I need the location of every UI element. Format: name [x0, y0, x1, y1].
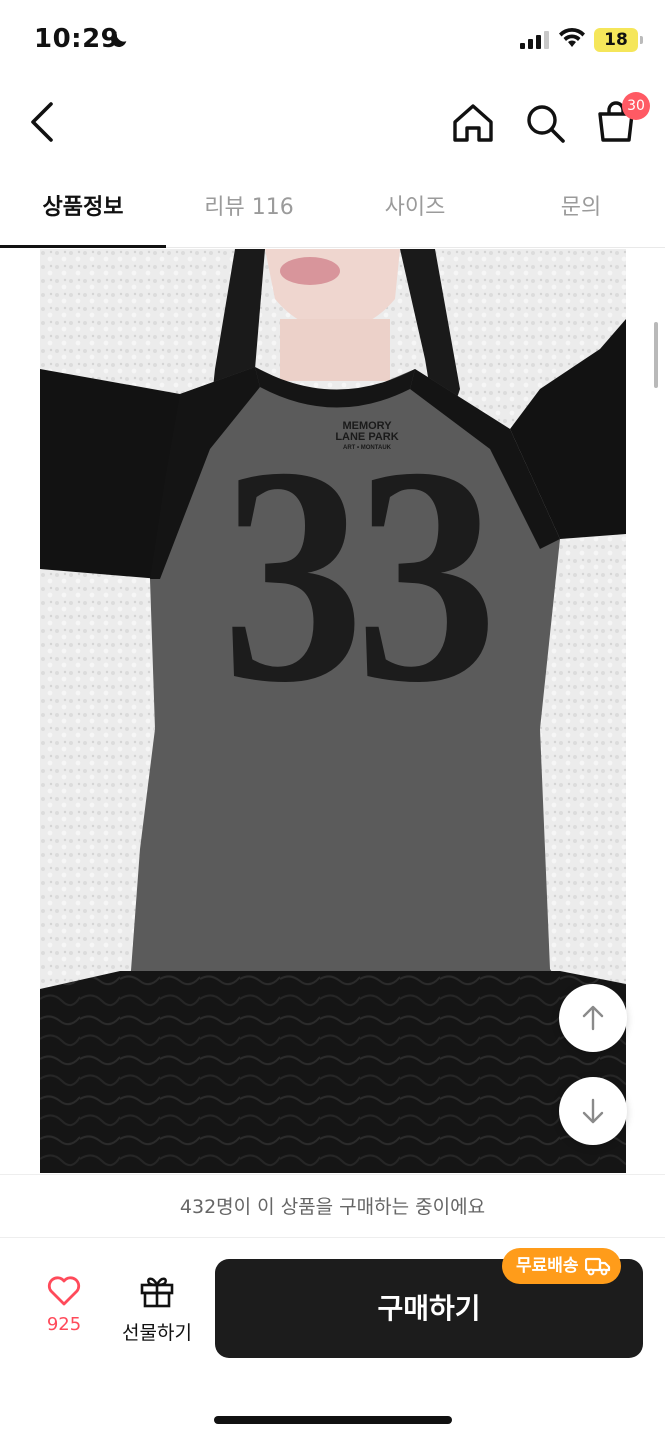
gift-icon: [140, 1277, 174, 1308]
home-indicator: [214, 1416, 452, 1424]
wifi-icon: [559, 27, 585, 47]
cart-count-badge: 30: [622, 92, 650, 120]
gift-label: 선물하기: [122, 1322, 192, 1344]
free-shipping-label: 무료배송: [516, 1256, 579, 1276]
scroll-up-button[interactable]: [559, 984, 627, 1052]
product-tabs: 상품정보 리뷰 116 사이즈 문의: [0, 168, 665, 248]
status-bar: 10:29 18: [0, 0, 665, 80]
tab-size[interactable]: 사이즈: [332, 168, 498, 248]
tab-reviews[interactable]: 리뷰 116: [166, 168, 332, 248]
like-button[interactable]: 925: [34, 1276, 94, 1346]
tab-product-info[interactable]: 상품정보: [0, 168, 166, 248]
arrow-down-icon: [582, 1098, 604, 1124]
cellular-signal-icon: [520, 31, 549, 49]
home-icon[interactable]: [450, 100, 496, 146]
arrow-up-icon: [582, 1005, 604, 1031]
delivery-truck-icon: [584, 1257, 610, 1276]
product-photo: MEMORY LANE PARK ART • MONTAUK 33: [40, 249, 626, 1173]
tab-inquiry[interactable]: 문의: [498, 168, 664, 248]
active-tab-indicator: [0, 245, 166, 248]
battery-indicator: 18: [594, 28, 638, 52]
status-time: 10:29: [34, 24, 120, 54]
free-shipping-badge: 무료배송: [502, 1248, 621, 1284]
heart-icon: [47, 1276, 81, 1306]
gift-button[interactable]: 선물하기: [114, 1274, 200, 1346]
scroll-down-button[interactable]: [559, 1077, 627, 1145]
like-count: 925: [46, 1314, 82, 1335]
moon-icon: [111, 31, 127, 47]
back-arrow-icon[interactable]: [22, 96, 66, 148]
buyers-count-banner: 432명이 이 상품을 구매하는 중이에요: [0, 1174, 665, 1238]
shirt-number-print: 33: [221, 404, 498, 747]
battery-tip: [640, 36, 643, 44]
search-icon[interactable]: [522, 100, 568, 146]
top-nav-bar: [0, 80, 665, 168]
scrollbar-thumb[interactable]: [654, 322, 658, 388]
